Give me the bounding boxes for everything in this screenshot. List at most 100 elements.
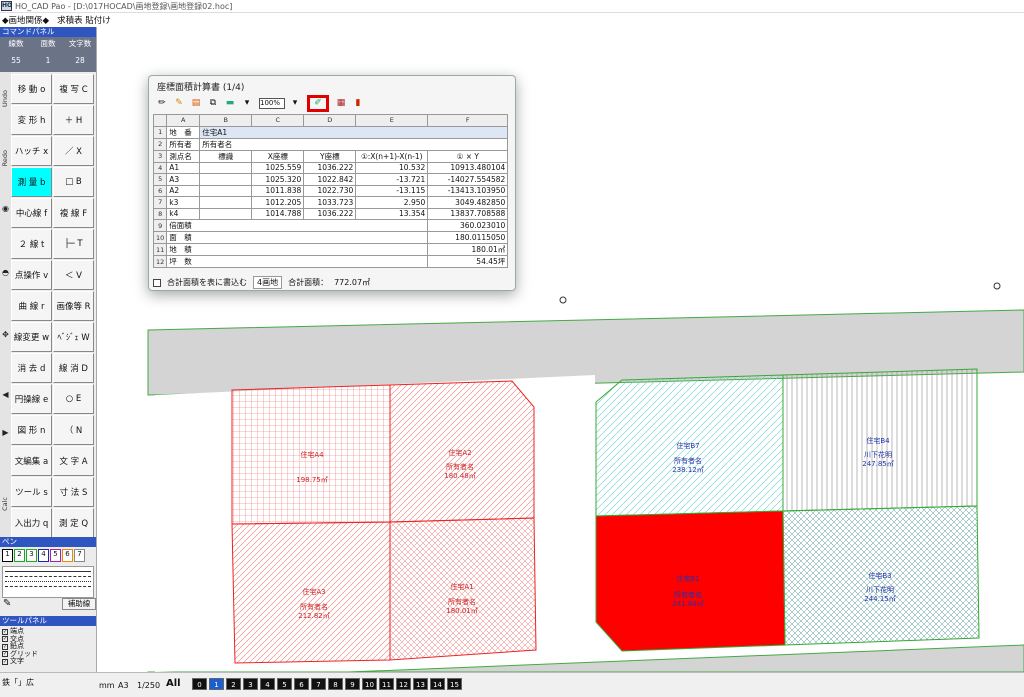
cmd-rect[interactable]: □ B	[53, 167, 94, 197]
cmd-curve[interactable]: 曲 線 r	[11, 291, 52, 321]
total-area-value: 772.07㎡	[334, 278, 371, 287]
menu-paste-table[interactable]: 求積表 貼付け	[57, 14, 111, 26]
menu-parcel[interactable]: ◆画地関係◆	[2, 14, 49, 26]
calc-table: A B C D E F 1 地 番 住宅A1 2 所有者 所有者名 3 測点名 …	[152, 114, 509, 268]
cmd-twoline[interactable]: ２ 線 t	[11, 229, 52, 259]
layer-12[interactable]: 12	[396, 678, 411, 690]
layer-14[interactable]: 14	[430, 678, 445, 690]
menu-bar: ◆画地関係◆ 求積表 貼付け	[0, 14, 1024, 26]
paste-to-drawing-icon[interactable]: ✐	[311, 97, 325, 110]
cmd-tee[interactable]: ├─ T	[53, 229, 94, 259]
layer-selector: 0 1 2 3 4 5 6 7 8 9 10 11 12 13 14 15	[192, 678, 462, 690]
cmd-bezier[interactable]: ﾍﾞｼﾞｪ W	[53, 322, 94, 352]
cmd-copy[interactable]: 複 写 C	[53, 74, 94, 104]
parcel-b7-owner: 所有者名	[674, 456, 702, 465]
pin-icon[interactable]: ◓	[1, 268, 10, 277]
move-arrows-icon[interactable]: ✥	[1, 330, 10, 339]
copy-icon[interactable]: ⧉	[206, 97, 220, 110]
auxiliary-line-button[interactable]: 補助線	[62, 598, 96, 610]
layer-6[interactable]: 6	[294, 678, 309, 690]
cmd-move[interactable]: 移 動 o	[11, 74, 52, 104]
parcel-a1-name: 住宅A1	[450, 582, 473, 591]
pen-3[interactable]: 3	[26, 549, 37, 562]
cmd-survey[interactable]: 測 量 b	[11, 167, 52, 197]
cmd-slash[interactable]: ／ X	[53, 136, 94, 166]
table-row: 9 倍面積 360.023010	[152, 219, 509, 232]
layer-8[interactable]: 8	[328, 678, 343, 690]
layer-0[interactable]: 0	[192, 678, 207, 690]
parcel-a2-name: 住宅A2	[448, 448, 471, 457]
pen-yellow-icon[interactable]: ✎	[172, 97, 186, 110]
scale-label[interactable]: 1/250	[137, 681, 160, 690]
cmd-hatch[interactable]: ハッチ x	[11, 136, 52, 166]
cmd-circle[interactable]: ○ E	[53, 384, 94, 414]
cmd-line-erase[interactable]: 線 消 D	[53, 353, 94, 383]
cmd-text[interactable]: 文 字 A	[53, 446, 94, 476]
cmd-tools[interactable]: ツール s	[11, 477, 52, 507]
parcel-count-field[interactable]: 4画地	[253, 276, 283, 289]
cmd-transform[interactable]: 変 形 h	[11, 105, 52, 135]
all-layers-button[interactable]: All	[166, 678, 181, 689]
marker-icon[interactable]: ◉	[1, 204, 10, 213]
layer-5[interactable]: 5	[277, 678, 292, 690]
pen-7[interactable]: 7	[74, 549, 85, 562]
parcel-b4-name: 住宅B4	[866, 436, 890, 445]
pen-5[interactable]: 5	[50, 549, 61, 562]
cmd-dimension[interactable]: 寸 法 S	[53, 477, 94, 507]
table-row: 6 A2 1011.838 1022.730 -13.115 -13413.10…	[152, 184, 509, 197]
calc-tab[interactable]: Calc	[1, 497, 9, 511]
cmd-arc[interactable]: （ N	[53, 415, 94, 445]
zoom-dropdown-icon[interactable]: ▾	[288, 97, 302, 110]
pen-2[interactable]: 2	[14, 549, 25, 562]
left-arrow-icon[interactable]: ◀	[1, 390, 10, 399]
layer-3[interactable]: 3	[243, 678, 258, 690]
layer-15[interactable]: 15	[447, 678, 462, 690]
cmd-io[interactable]: 入出力 q	[11, 508, 52, 538]
cmd-angle[interactable]: ＜ V	[53, 260, 94, 290]
layer-2[interactable]: 2	[226, 678, 241, 690]
paste-button-highlight[interactable]: ✐	[307, 94, 329, 112]
redo-tab[interactable]: Redo	[1, 150, 9, 166]
cmd-erase[interactable]: 消 去 d	[11, 353, 52, 383]
layer-4[interactable]: 4	[260, 678, 275, 690]
parcel-a4-name: 住宅A4	[300, 450, 324, 459]
pen-1[interactable]: 1	[2, 549, 13, 562]
table-row: 12 坪 数 54.45坪	[152, 255, 509, 268]
pen-6[interactable]: 6	[62, 549, 73, 562]
cmd-line-change[interactable]: 線変更 w	[11, 322, 52, 352]
cmd-multiline[interactable]: 複 線 F	[53, 198, 94, 228]
zoom-select[interactable]: 100%	[259, 97, 285, 109]
right-arrow-icon[interactable]: ▶	[1, 428, 10, 437]
layer-1[interactable]: 1	[209, 678, 224, 690]
cmd-centerline[interactable]: 中心線 f	[11, 198, 52, 228]
cmd-cross[interactable]: ＋ H	[53, 105, 94, 135]
stat-faces-label: 面数	[40, 39, 56, 48]
dropdown-icon[interactable]: ▾	[240, 97, 254, 110]
pen-black-icon[interactable]: ✏	[155, 97, 169, 110]
cmd-shape[interactable]: 図 形 n	[11, 415, 52, 445]
dialog-toolbar: ✏ ✎ ▤ ⧉ ▬ ▾ 100% ▾ ✐ ▦ ▮	[149, 94, 515, 112]
table-row: 7 k3 1012.205 1033.723 2.950 3049.482850	[152, 196, 509, 209]
write-total-checkbox[interactable]	[153, 278, 161, 287]
layer-7[interactable]: 7	[311, 678, 326, 690]
layer-10[interactable]: 10	[362, 678, 377, 690]
landscape-icon[interactable]: ▬	[223, 97, 237, 110]
area-calc-dialog: 座標面積計算書 (1/4) ✏ ✎ ▤ ⧉ ▬ ▾ 100% ▾ ✐ ▦ ▮ A…	[148, 75, 516, 291]
cmd-image[interactable]: 画像等 R	[53, 291, 94, 321]
layer-11[interactable]: 11	[379, 678, 394, 690]
close-doc-icon[interactable]: ▮	[351, 97, 365, 110]
cmd-circle-line[interactable]: 円操線 e	[11, 384, 52, 414]
check-text[interactable]: ✓ 文字	[2, 657, 52, 666]
pen-4[interactable]: 4	[38, 549, 49, 562]
pen-icon[interactable]: ✎	[3, 598, 19, 610]
cmd-measure[interactable]: 測 定 Q	[53, 508, 94, 538]
paper-size[interactable]: A3	[118, 681, 129, 690]
table-icon[interactable]: ▤	[189, 97, 203, 110]
layer-13[interactable]: 13	[413, 678, 428, 690]
cmd-text-edit[interactable]: 文編集 a	[11, 446, 52, 476]
undo-tab[interactable]: Undo	[1, 90, 9, 107]
cmd-point[interactable]: 点操作 v	[11, 260, 52, 290]
layer-9[interactable]: 9	[345, 678, 360, 690]
line-style-list[interactable]	[2, 566, 94, 598]
print-icon[interactable]: ▦	[334, 97, 348, 110]
